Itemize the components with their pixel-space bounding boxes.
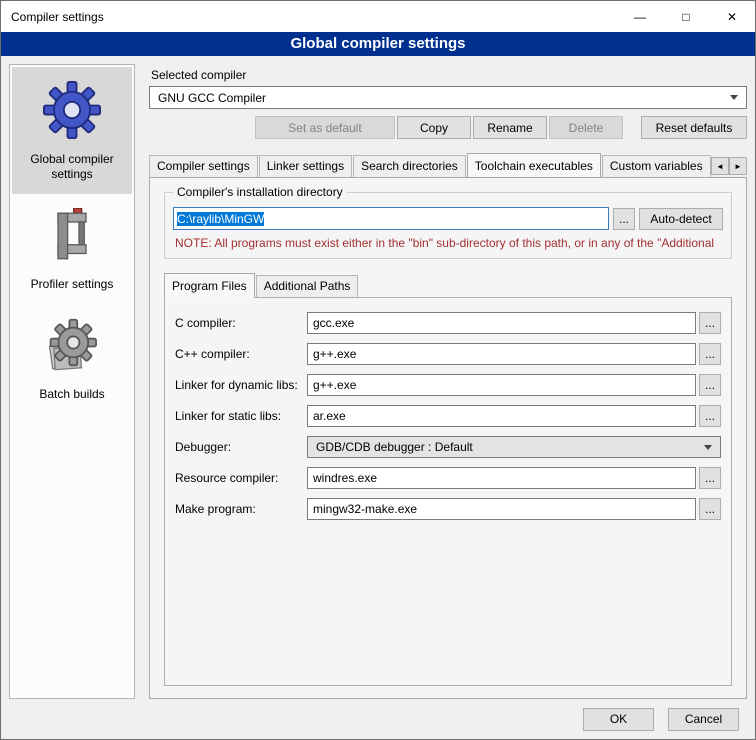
linker-static-row: Linker for static libs: ...	[175, 405, 721, 427]
tab-scroll-controls: ◄ ►	[711, 157, 747, 175]
selected-compiler-label: Selected compiler	[151, 68, 747, 82]
titlebar: Compiler settings — □ ✕	[1, 1, 755, 32]
cpp-compiler-input[interactable]	[307, 343, 696, 365]
chevron-down-icon	[704, 445, 712, 450]
minimize-button[interactable]: —	[617, 1, 663, 32]
rename-button[interactable]: Rename	[473, 116, 547, 139]
arrow-right-icon: ►	[734, 162, 742, 171]
copy-button[interactable]: Copy	[397, 116, 471, 139]
cpp-compiler-label: C++ compiler:	[175, 347, 307, 361]
main-tab-bar: Compiler settings Linker settings Search…	[149, 153, 747, 177]
tab-program-files[interactable]: Program Files	[164, 273, 255, 298]
program-files-section: Program Files Additional Paths C compile…	[164, 273, 732, 686]
dialog-footer: OK Cancel	[1, 699, 755, 739]
window-title: Compiler settings	[1, 10, 617, 24]
resource-compiler-input[interactable]	[307, 467, 696, 489]
compiler-buttons-row: Set as default Copy Rename Delete Reset …	[149, 116, 747, 139]
c-compiler-row: C compiler: ...	[175, 312, 721, 334]
c-compiler-label: C compiler:	[175, 316, 307, 330]
tab-strip: Compiler settings Linker settings Search…	[149, 153, 711, 177]
make-program-input[interactable]	[307, 498, 696, 520]
make-program-row: Make program: ...	[175, 498, 721, 520]
installation-directory-row: C:\raylib\MinGW ... Auto-detect	[173, 207, 723, 230]
bin-subdirectory-note: NOTE: All programs must exist either in …	[175, 236, 723, 250]
linker-dynamic-row: Linker for dynamic libs: ...	[175, 374, 721, 396]
installation-directory-title: Compiler's installation directory	[173, 185, 347, 199]
gray-gear-stack-icon	[44, 318, 100, 377]
clamp-tool-icon	[47, 208, 97, 267]
program-files-panel: C compiler: ... C++ compiler: ... Linker…	[164, 297, 732, 686]
main-content: Selected compiler GNU GCC Compiler Set a…	[149, 64, 747, 699]
sidebar-item-label: Global compiler settings	[16, 152, 128, 182]
linker-dynamic-input[interactable]	[307, 374, 696, 396]
debugger-dropdown[interactable]: GDB/CDB debugger : Default	[307, 436, 721, 458]
chevron-down-icon	[730, 95, 738, 100]
installation-directory-input[interactable]: C:\raylib\MinGW	[173, 207, 609, 230]
dialog-body: Global compiler settings Profiler settin…	[1, 56, 755, 699]
linker-static-browse-button[interactable]: ...	[699, 405, 721, 427]
resource-compiler-row: Resource compiler: ...	[175, 467, 721, 489]
linker-static-label: Linker for static libs:	[175, 409, 307, 423]
c-compiler-input[interactable]	[307, 312, 696, 334]
tab-custom-variables[interactable]: Custom variables	[602, 155, 711, 177]
maximize-icon: □	[682, 10, 689, 24]
auto-detect-button[interactable]: Auto-detect	[639, 208, 723, 230]
tab-search-directories[interactable]: Search directories	[353, 155, 466, 177]
compiler-settings-window: Compiler settings — □ ✕ Global compiler …	[0, 0, 756, 740]
sidebar-item-label: Profiler settings	[31, 277, 114, 292]
ok-button[interactable]: OK	[583, 708, 654, 731]
reset-defaults-button[interactable]: Reset defaults	[641, 116, 747, 139]
selected-compiler-value: GNU GCC Compiler	[158, 91, 724, 105]
c-compiler-browse-button[interactable]: ...	[699, 312, 721, 334]
resource-compiler-browse-button[interactable]: ...	[699, 467, 721, 489]
installation-directory-groupbox: Compiler's installation directory C:\ray…	[164, 192, 732, 259]
cpp-compiler-row: C++ compiler: ...	[175, 343, 721, 365]
linker-dynamic-browse-button[interactable]: ...	[699, 374, 721, 396]
debugger-value: GDB/CDB debugger : Default	[316, 440, 698, 454]
tab-additional-paths[interactable]: Additional Paths	[256, 275, 359, 297]
debugger-row: Debugger: GDB/CDB debugger : Default	[175, 436, 721, 458]
selected-compiler-dropdown[interactable]: GNU GCC Compiler	[149, 86, 747, 109]
installation-directory-value: C:\raylib\MinGW	[177, 212, 264, 226]
cpp-compiler-browse-button[interactable]: ...	[699, 343, 721, 365]
arrow-left-icon: ◄	[716, 162, 724, 171]
close-icon: ✕	[727, 10, 737, 24]
sidebar-item-label: Batch builds	[39, 387, 104, 402]
settings-sidebar: Global compiler settings Profiler settin…	[9, 64, 135, 699]
tab-compiler-settings[interactable]: Compiler settings	[149, 155, 258, 177]
minimize-icon: —	[634, 10, 646, 24]
set-as-default-button[interactable]: Set as default	[255, 116, 395, 139]
tab-scroll-left-button[interactable]: ◄	[711, 157, 729, 175]
sub-tab-bar: Program Files Additional Paths	[164, 273, 732, 297]
browse-directory-button[interactable]: ...	[613, 208, 635, 230]
linker-static-input[interactable]	[307, 405, 696, 427]
tab-toolchain-executables[interactable]: Toolchain executables	[467, 153, 601, 177]
toolchain-executables-panel: Compiler's installation directory C:\ray…	[149, 177, 747, 699]
tab-linker-settings[interactable]: Linker settings	[259, 155, 352, 177]
delete-button[interactable]: Delete	[549, 116, 623, 139]
resource-compiler-label: Resource compiler:	[175, 471, 307, 485]
make-program-label: Make program:	[175, 502, 307, 516]
sidebar-item-batch-builds[interactable]: Batch builds	[12, 304, 132, 414]
sidebar-item-global-compiler-settings[interactable]: Global compiler settings	[12, 67, 132, 194]
linker-dynamic-label: Linker for dynamic libs:	[175, 378, 307, 392]
sidebar-item-profiler-settings[interactable]: Profiler settings	[12, 194, 132, 304]
maximize-button[interactable]: □	[663, 1, 709, 32]
make-program-browse-button[interactable]: ...	[699, 498, 721, 520]
cancel-button[interactable]: Cancel	[668, 708, 739, 731]
close-button[interactable]: ✕	[709, 1, 755, 32]
tab-scroll-right-button[interactable]: ►	[729, 157, 747, 175]
debugger-label: Debugger:	[175, 440, 307, 454]
dialog-header: Global compiler settings	[1, 32, 755, 56]
blue-gear-icon	[43, 81, 101, 142]
